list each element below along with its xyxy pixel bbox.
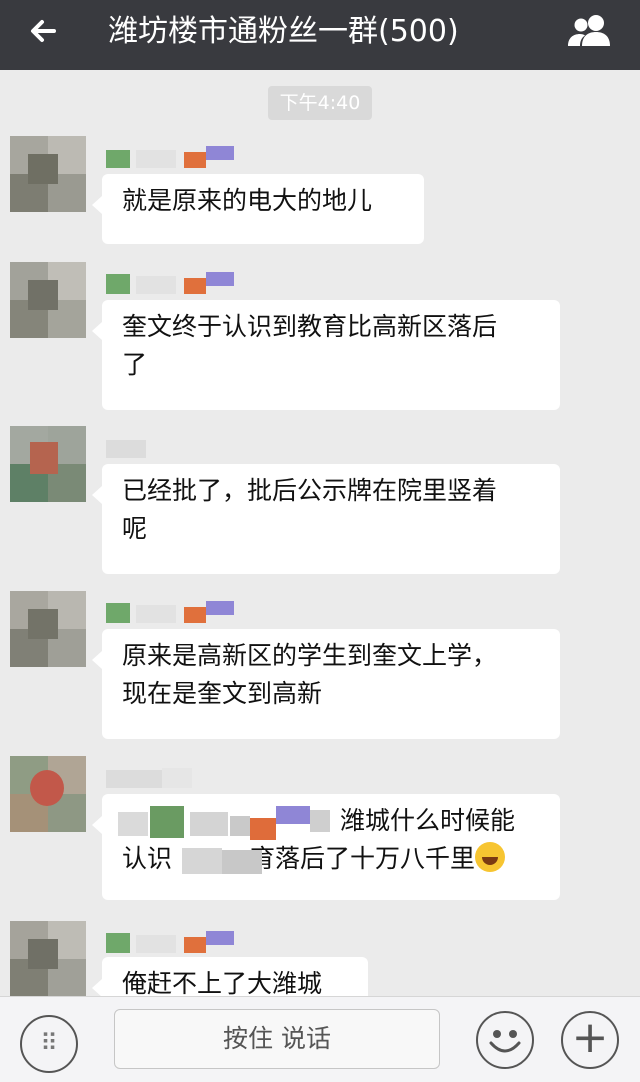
- back-arrow-icon[interactable]: [24, 11, 64, 51]
- sender-nickname-blurred: [106, 144, 246, 170]
- mention-redacted: [118, 804, 330, 842]
- avatar[interactable]: [10, 262, 86, 338]
- avatar[interactable]: [10, 426, 86, 502]
- text-redacted: [182, 846, 262, 876]
- message-text-line-1: 奎文终于认识到教育比高新区落后: [122, 312, 498, 341]
- laugh-cry-emoji-icon: [475, 842, 506, 872]
- sender-nickname-blurred: [106, 434, 246, 460]
- message-text-line-2: 了: [122, 350, 148, 379]
- message-bubble[interactable]: 奎文终于认识到教育比高新区落后 了: [92, 300, 560, 410]
- avatar[interactable]: [10, 756, 86, 832]
- message-text-line-1: 已经批了，批后公示牌在院里竖着: [122, 476, 498, 505]
- sender-nickname-blurred: [106, 929, 246, 955]
- emoji-icon[interactable]: [476, 1011, 534, 1069]
- message-text-line-2: 现在是奎文到高新: [122, 679, 323, 708]
- message-bubble[interactable]: 就是原来的电大的地儿: [92, 174, 424, 244]
- avatar[interactable]: [10, 136, 86, 212]
- avatar[interactable]: [10, 591, 86, 667]
- message-text-line-2: 呢: [122, 514, 148, 543]
- sender-nickname-blurred: [106, 764, 246, 790]
- message-bubble[interactable]: 已经批了，批后公示牌在院里竖着 呢: [92, 464, 560, 574]
- group-members-icon[interactable]: [566, 12, 614, 48]
- plus-icon[interactable]: +: [561, 1011, 619, 1069]
- chat-header: 潍坊楼市通粉丝一群(500): [0, 0, 640, 70]
- avatar[interactable]: [10, 921, 86, 997]
- message-text: 就是原来的电大的地儿: [122, 186, 373, 215]
- keyboard-toggle-icon[interactable]: ⠿: [20, 1015, 78, 1073]
- sender-nickname-blurred: [106, 599, 246, 625]
- hold-to-talk-button[interactable]: 按住 说话: [114, 1009, 440, 1069]
- sender-nickname-blurred: [106, 270, 246, 296]
- message-text-line-1: 原来是高新区的学生到奎文上学，: [122, 641, 498, 670]
- chat-title: 潍坊楼市通粉丝一群(500): [108, 14, 459, 49]
- message-bubble[interactable]: 原来是高新区的学生到奎文上学， 现在是奎文到高新: [92, 629, 560, 739]
- input-bar: ⠿ 按住 说话 +: [0, 996, 640, 1082]
- message-timestamp: 下午4:40: [268, 86, 372, 120]
